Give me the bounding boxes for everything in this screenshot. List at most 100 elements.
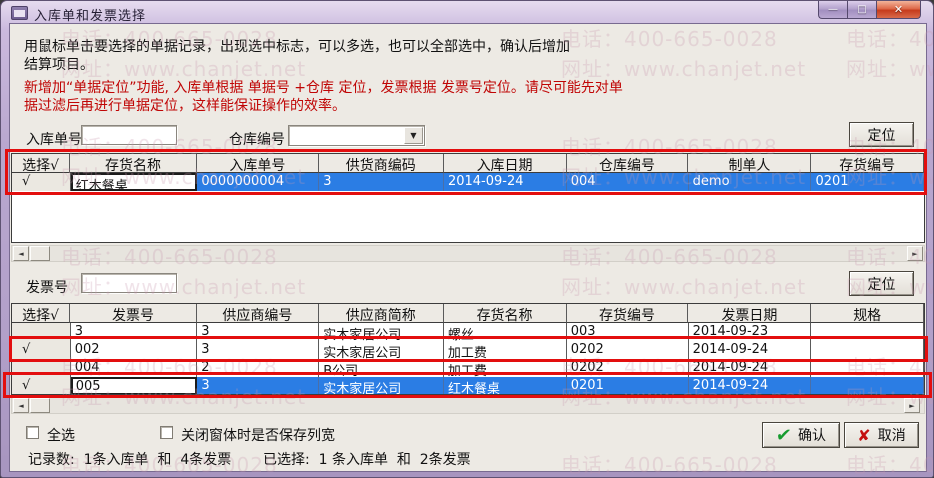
record-count-status: 记录数: 1条入库单 和 4条发票 [28, 452, 232, 468]
table-row[interactable]: 3 3 实木家居公司 螺丝 003 2014-09-23 [12, 323, 924, 341]
window-title: 入库单和发票选择 [34, 9, 147, 24]
chevron-down-icon[interactable]: ▼ [404, 127, 423, 144]
row-check-cell[interactable] [12, 359, 71, 377]
table-row[interactable]: 004 2 B公司 加工费 0202 2014-09-24 [12, 359, 924, 377]
scroll-left-icon[interactable]: ◄ [13, 398, 29, 413]
table-cell[interactable]: 3 [319, 173, 444, 191]
column-header[interactable]: 仓库编号 [566, 154, 689, 173]
instruction-line-1: 用鼠标单击要选择的单据记录，出现选中标志，可以多选，也可以全部选中，确认后增加 [24, 39, 570, 55]
minimize-icon: — [828, 4, 838, 15]
table-cell[interactable]: 004 [71, 359, 198, 377]
scrollbar-thumb[interactable] [30, 246, 50, 261]
table-cell[interactable]: 0201 [811, 173, 924, 191]
table-cell[interactable] [811, 341, 924, 359]
column-header[interactable]: 存货名称 [443, 304, 567, 323]
table-cell[interactable]: 004 [566, 173, 689, 191]
column-header[interactable]: 选择√ [12, 304, 71, 323]
table-cell[interactable] [811, 377, 924, 394]
table-cell[interactable]: 红木餐桌 [443, 377, 567, 394]
receipt-h-scrollbar[interactable]: ◄ ► [11, 245, 925, 262]
column-header[interactable]: 供应商编号 [196, 304, 319, 323]
row-check-cell[interactable] [12, 323, 71, 341]
warehouse-label: 仓库编号 [229, 132, 285, 148]
column-header[interactable]: 入库单号 [196, 154, 319, 173]
title-bar[interactable]: 入库单和发票选择 — □ ✕ [1, 1, 933, 24]
table-row[interactable]: √ 红木餐桌 0000000004 3 2014-09-24 004 demo 0201 [12, 173, 924, 191]
scroll-right-icon[interactable]: ► [904, 398, 920, 413]
row-check-cell[interactable]: √ [12, 377, 71, 394]
table-cell[interactable]: 002 [71, 341, 198, 359]
table-cell[interactable]: 螺丝 [444, 323, 567, 341]
table-cell[interactable]: demo [688, 173, 812, 191]
table-cell[interactable]: 加工费 [444, 341, 567, 359]
scroll-left-icon[interactable]: ◄ [13, 246, 29, 261]
row-check-cell[interactable]: √ [12, 173, 71, 191]
table-cell[interactable]: 2 [197, 359, 320, 377]
invoice-table[interactable]: 选择√ 发票号 供应商编号 供应商简称 存货名称 存货编号 发票日期 规格 3 3 实木家居公司 螺丝… [11, 303, 925, 395]
minimize-button[interactable]: — [818, 1, 847, 19]
receipt-table[interactable]: 选择√ 存货名称 入库单号 供货商编码 入库日期 仓库编号 制单人 存货编号 √ 红木餐桌 0000… [11, 153, 925, 243]
column-header[interactable]: 选择√ [12, 154, 71, 173]
dialog-window: 电话：400-665-0028 网址：www.chanjet.net 电话：400-… [0, 0, 934, 478]
locate-receipt-button[interactable]: 定位 [849, 122, 914, 147]
table-cell[interactable]: 3 [197, 341, 320, 359]
table-cell[interactable]: 2014-09-24 [443, 173, 567, 191]
table-cell[interactable]: B公司 [319, 359, 444, 377]
invoice-no-label: 发票号 [26, 280, 68, 296]
close-icon: ✕ [893, 3, 904, 16]
close-button[interactable]: ✕ [876, 1, 921, 19]
scrollbar-thumb[interactable] [30, 398, 50, 413]
table-cell[interactable]: 红木餐桌 [70, 173, 198, 191]
table-cell[interactable]: 加工费 [444, 359, 567, 377]
table-cell[interactable]: 0201 [566, 377, 689, 394]
column-header[interactable]: 供应商简称 [318, 304, 444, 323]
select-all-checkbox[interactable] [26, 426, 39, 439]
invoice-h-scrollbar[interactable]: ◄ ► [11, 397, 925, 414]
select-all-label: 全选 [47, 428, 75, 444]
column-header[interactable]: 存货编号 [566, 304, 689, 323]
save-column-width-checkbox[interactable] [160, 426, 173, 439]
table-cell[interactable]: 2014-09-24 [688, 377, 812, 394]
row-check-cell[interactable]: √ [12, 341, 71, 359]
column-header[interactable]: 规格 [811, 304, 924, 323]
instruction-line-2: 结算项目。 [24, 57, 94, 73]
table-cell[interactable]: 3 [71, 323, 198, 341]
locate-invoice-button[interactable]: 定位 [849, 271, 914, 296]
table-cell[interactable]: 005 [70, 377, 198, 394]
table-cell[interactable]: 003 [567, 323, 689, 341]
table-cell[interactable]: 0202 [567, 341, 689, 359]
column-header[interactable]: 制单人 [688, 154, 812, 173]
receipt-no-input[interactable] [81, 125, 177, 145]
column-header[interactable]: 发票日期 [688, 304, 812, 323]
check-icon: ✔ [774, 424, 793, 446]
window-icon [11, 6, 28, 20]
table-row[interactable]: √ 005 3 实木家居公司 红木餐桌 0201 2014-09-24 [12, 377, 924, 394]
table-cell[interactable]: 2014-09-23 [689, 323, 812, 341]
column-header[interactable]: 发票号 [70, 304, 197, 323]
column-header[interactable]: 存货编号 [811, 154, 924, 173]
confirm-button[interactable]: ✔ 确认 [762, 422, 840, 448]
table-cell[interactable]: 实木家居公司 [319, 341, 444, 359]
table-cell[interactable] [811, 359, 924, 377]
warehouse-combobox[interactable]: ▼ [288, 125, 425, 146]
table-cell[interactable]: 0000000004 [197, 173, 320, 191]
column-header[interactable]: 供货商编码 [318, 154, 444, 173]
table-cell[interactable]: 0202 [567, 359, 689, 377]
table-cell[interactable] [811, 323, 924, 341]
column-header[interactable]: 入库日期 [443, 154, 567, 173]
table-cell[interactable]: 3 [197, 377, 320, 394]
table-cell[interactable]: 实木家居公司 [319, 377, 444, 394]
column-header[interactable]: 存货名称 [70, 154, 197, 173]
invoice-no-input[interactable] [81, 273, 177, 293]
table-cell[interactable]: 实木家居公司 [319, 323, 444, 341]
table-cell[interactable]: 2014-09-24 [689, 341, 812, 359]
table-cell[interactable]: 3 [197, 323, 320, 341]
selected-count-status: 已选择: 1 条入库单 和 2条发票 [263, 452, 471, 468]
table-cell[interactable]: 2014-09-24 [689, 359, 812, 377]
maximize-button[interactable]: □ [847, 1, 876, 19]
scroll-right-icon[interactable]: ► [907, 246, 923, 261]
save-column-width-label: 关闭窗体时是否保存列宽 [181, 428, 335, 444]
table-row[interactable]: √ 002 3 实木家居公司 加工费 0202 2014-09-24 [12, 341, 924, 359]
cancel-button[interactable]: ✘ 取消 [844, 422, 919, 448]
notice-line-2: 据过滤后再进行单据定位，这样能保证操作的效率。 [24, 98, 346, 114]
